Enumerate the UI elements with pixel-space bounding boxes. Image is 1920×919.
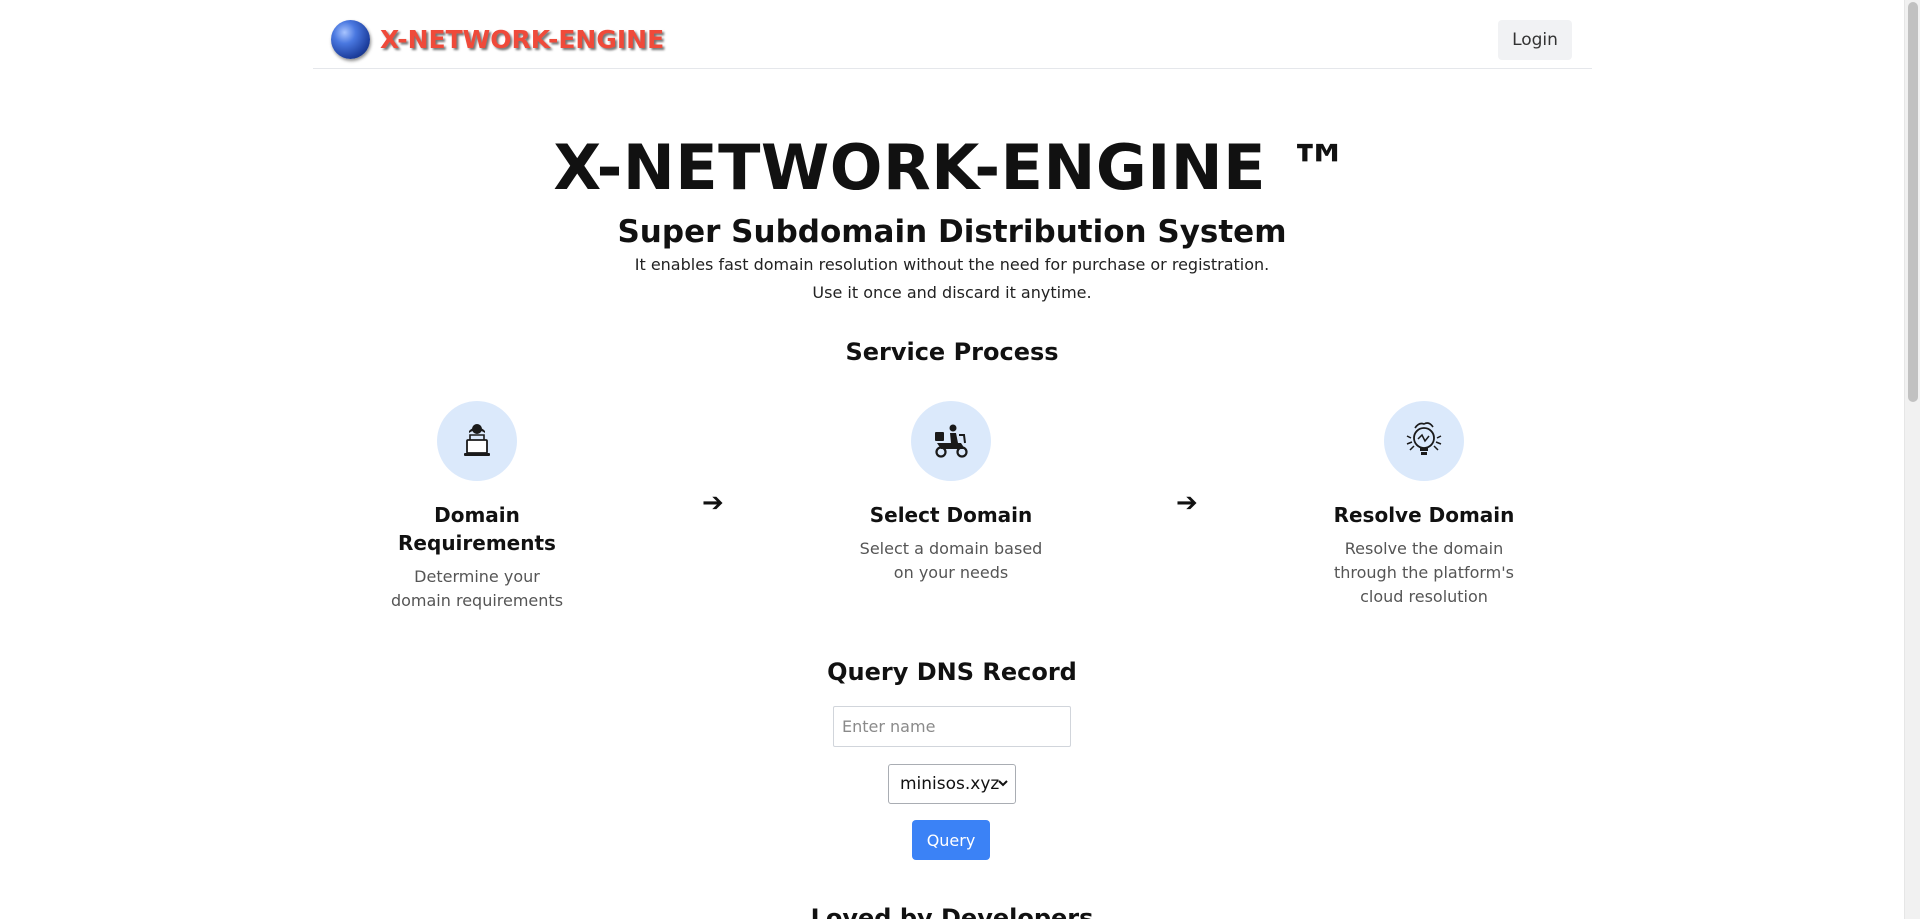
person-laptop-icon <box>464 424 490 456</box>
step-title: Resolve Domain <box>1333 503 1515 527</box>
service-process-title: Service Process <box>845 338 1059 366</box>
name-input[interactable] <box>833 706 1071 747</box>
login-button[interactable]: Login <box>1498 20 1572 60</box>
step-title: Domain Requirements <box>398 503 556 555</box>
hero-description-line1: It enables fast domain resolution withou… <box>634 255 1270 274</box>
scrollbar-thumb[interactable] <box>1908 2 1918 402</box>
page: X-NETWORK-ENGINE Login X-NETWORK-ENGINE … <box>0 0 1904 919</box>
hero-subtitle: Super Subdomain Distribution System <box>617 214 1287 250</box>
loved-by-developers-title: Loved by Developers <box>810 904 1094 919</box>
step-title: Select Domain <box>869 503 1033 527</box>
step-icon-circle <box>437 401 517 481</box>
chevron-down-icon <box>997 777 1009 792</box>
lightbulb-cloud-icon <box>1406 422 1442 455</box>
step-description: Determine your domain requirements <box>390 567 564 610</box>
step-description: Resolve the domain through the platform'… <box>1333 539 1514 606</box>
arrow-right-icon: ➔ <box>1176 488 1198 518</box>
query-dns-title: Query DNS Record <box>827 658 1077 686</box>
vertical-scrollbar[interactable] <box>1904 0 1920 919</box>
brand-name: X-NETWORK-ENGINE <box>380 25 665 54</box>
step-description: Select a domain based on your needs <box>859 539 1043 582</box>
step-icon-circle <box>911 401 991 481</box>
domain-select[interactable]: minisos.xyz <box>888 764 1016 804</box>
step-resolve-domain: Resolve Domain Resolve the domain throug… <box>1314 401 1534 609</box>
arrow-right-icon: ➔ <box>702 488 724 518</box>
step-select-domain: Select Domain Select a domain based on y… <box>841 401 1061 585</box>
globe-icon <box>331 20 370 59</box>
scooter-delivery-icon <box>935 424 968 458</box>
step-domain-requirements: Domain Requirements Determine your domai… <box>367 401 587 613</box>
hero-description-line2: Use it once and discard it anytime. <box>812 283 1092 302</box>
step-icon-circle <box>1384 401 1464 481</box>
top-navbar: X-NETWORK-ENGINE Login <box>313 0 1592 69</box>
domain-select-value: minisos.xyz <box>900 774 1000 794</box>
query-button[interactable]: Query <box>912 820 990 860</box>
hero-title: X-NETWORK-ENGINE ™ <box>553 131 1351 204</box>
brand-logo-link[interactable]: X-NETWORK-ENGINE <box>331 20 664 59</box>
